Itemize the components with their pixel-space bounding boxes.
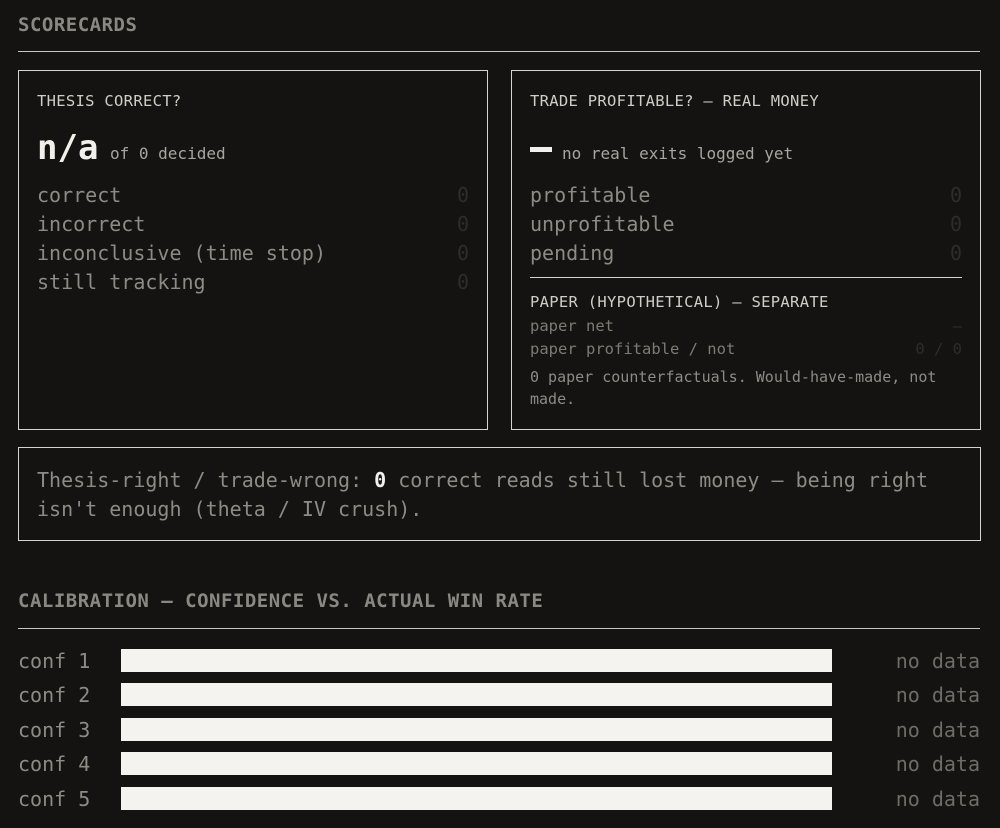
calibration-row-status: no data: [895, 752, 980, 776]
calibration-row-label: conf 1: [18, 649, 91, 673]
calibration-row-label: conf 2: [18, 683, 91, 707]
calibration-row: conf 4 no data: [18, 752, 980, 776]
trade-row-label-profitable: profitable: [530, 183, 651, 207]
thesis-row-value-incorrect: 0: [456, 212, 469, 236]
calibration-row-label: conf 5: [18, 787, 91, 811]
callout-prefix: Thesis-right / trade-wrong:: [37, 468, 375, 492]
calibration-bar: [121, 649, 832, 672]
paper-divider: [530, 277, 962, 278]
scorecards-divider: [18, 51, 980, 52]
trade-card-title: TRADE PROFITABLE? — REAL MONEY: [530, 92, 819, 110]
thesis-big-subtext: of 0 decided: [110, 144, 226, 163]
calibration-row-label: conf 3: [18, 718, 91, 742]
calibration-divider: [18, 628, 980, 629]
thesis-row-value-still-tracking: 0: [456, 270, 469, 294]
trade-row-value-pending: 0: [949, 241, 962, 265]
thesis-card: THESIS CORRECT? n/a of 0 decided correct…: [18, 70, 488, 430]
calibration-row-status: no data: [895, 649, 980, 673]
calibration-row-status: no data: [895, 683, 980, 707]
thesis-row-label-correct: correct: [37, 183, 122, 207]
trade-empty-dash-icon: [530, 147, 552, 152]
paper-profitable-label: paper profitable / not: [530, 340, 736, 358]
trade-card: TRADE PROFITABLE? — REAL MONEY no real e…: [511, 70, 981, 430]
calibration-row-status: no data: [895, 787, 980, 811]
calibration-bar: [121, 718, 832, 741]
paper-title: PAPER (HYPOTHETICAL) — SEPARATE: [530, 293, 829, 311]
thesis-row-label-incorrect: incorrect: [37, 212, 146, 236]
calibration-bar: [121, 787, 832, 810]
thesis-big-value: n/a: [37, 128, 99, 168]
thesis-row-label-still-tracking: still tracking: [37, 270, 206, 294]
trade-row-label-pending: pending: [530, 241, 615, 265]
trade-row-label-unprofitable: unprofitable: [530, 212, 675, 236]
paper-profitable-value: 0 / 0: [915, 340, 962, 358]
thesis-card-title: THESIS CORRECT?: [37, 92, 182, 110]
paper-note: 0 paper counterfactuals. Would-have-made…: [530, 368, 937, 408]
paper-net-value: —: [952, 317, 962, 335]
calibration-row: conf 5 no data: [18, 787, 980, 811]
calibration-bar: [121, 752, 832, 775]
thesis-row-value-inconclusive: 0: [456, 241, 469, 265]
calibration-bar: [121, 683, 832, 706]
calibration-row-label: conf 4: [18, 752, 91, 776]
callout-count: 0: [374, 468, 387, 492]
paper-net-label: paper net: [530, 317, 614, 335]
scorecards-title: SCORECARDS: [18, 14, 138, 36]
trade-row-value-profitable: 0: [949, 183, 962, 207]
calibration-row: conf 2 no data: [18, 683, 980, 707]
thesis-row-label-inconclusive: inconclusive (time stop): [37, 241, 326, 265]
callout-text: Thesis-right / trade-wrong: 0 correct re…: [37, 466, 967, 524]
calibration-row-status: no data: [895, 718, 980, 742]
calibration-row: conf 1 no data: [18, 649, 980, 673]
calibration-title: CALIBRATION — CONFIDENCE VS. ACTUAL WIN …: [18, 590, 544, 612]
calibration-row: conf 3 no data: [18, 718, 980, 742]
thesis-row-value-correct: 0: [456, 183, 469, 207]
trade-row-value-unprofitable: 0: [949, 212, 962, 236]
trade-big-subtext: no real exits logged yet: [562, 144, 794, 163]
